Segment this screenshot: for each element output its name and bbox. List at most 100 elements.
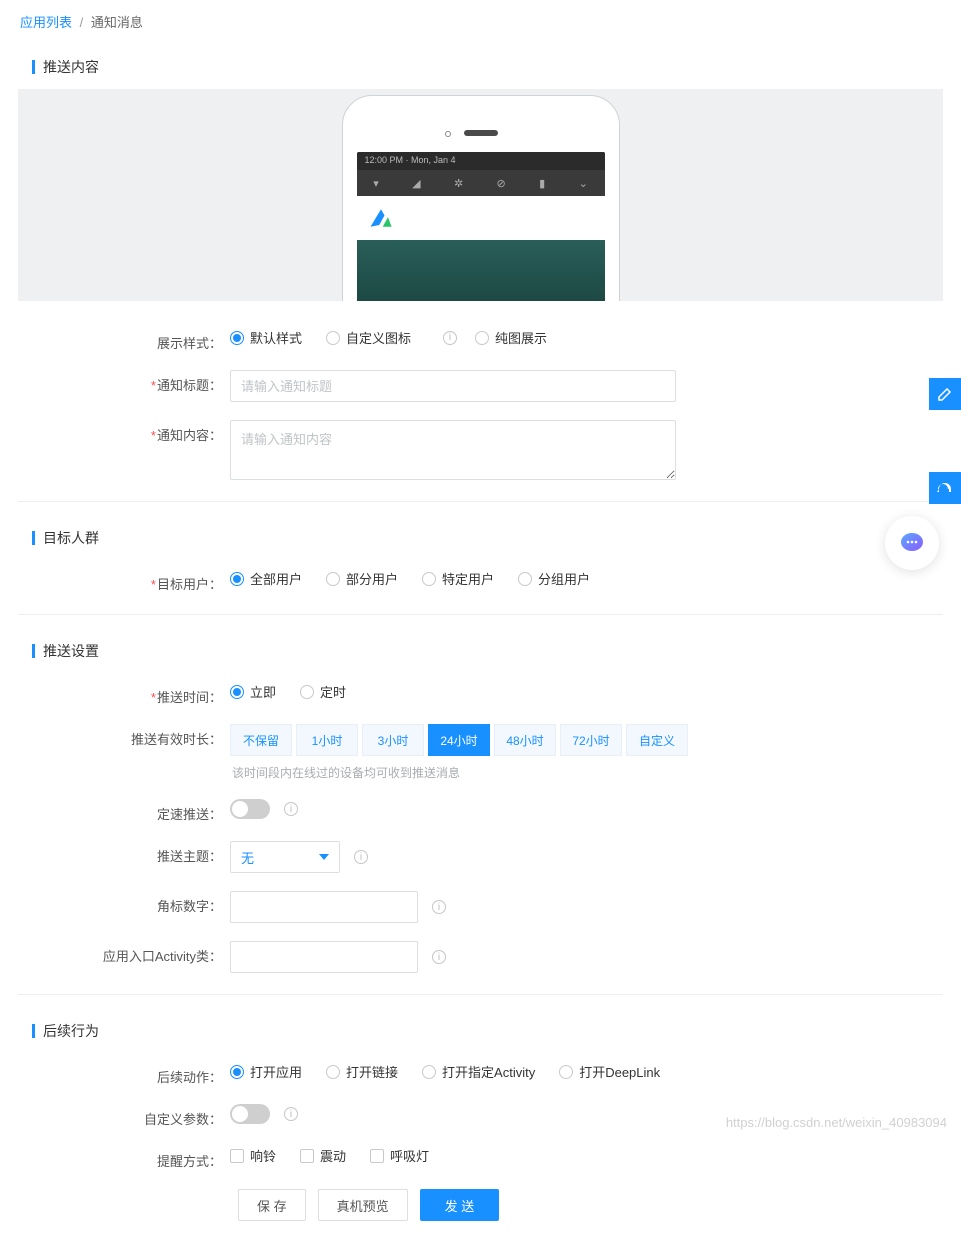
radio-target-all[interactable]: 全部用户 bbox=[230, 569, 302, 588]
app-logo-icon bbox=[367, 204, 395, 232]
breadcrumb-current: 通知消息 bbox=[91, 15, 143, 30]
input-activity-class[interactable] bbox=[230, 941, 418, 973]
radio-label: 特定用户 bbox=[442, 569, 494, 588]
checkbox-label: 呼吸灯 bbox=[390, 1146, 429, 1165]
dnd-icon: ⊘ bbox=[497, 177, 506, 190]
divider bbox=[18, 501, 943, 502]
chevron-down-icon bbox=[319, 854, 329, 860]
label-push-time: *推送时间： bbox=[18, 682, 230, 706]
radio-label: 定时 bbox=[320, 682, 346, 701]
select-push-theme[interactable]: 无 bbox=[230, 841, 340, 873]
chat-fab[interactable] bbox=[885, 516, 939, 570]
phone-preview-panel: 12:00 PM · Mon, Jan 4 ▾ ◢ ✲ ⊘ ▮ ⌄ bbox=[18, 89, 943, 301]
flashlight-icon: ▮ bbox=[539, 177, 545, 190]
radio-display-image-only[interactable]: 纯图展示 bbox=[475, 328, 547, 347]
section-title-push-setting: 推送设置 bbox=[18, 627, 943, 673]
switch-rate-push[interactable] bbox=[230, 799, 270, 819]
radio-label: 打开链接 bbox=[346, 1062, 398, 1081]
radio-open-deeplink[interactable]: 打开DeepLink bbox=[559, 1062, 660, 1081]
radio-push-scheduled[interactable]: 定时 bbox=[300, 682, 346, 701]
info-icon[interactable]: i bbox=[432, 950, 446, 964]
label-notification-content: *通知内容： bbox=[18, 420, 230, 444]
radio-target-partial[interactable]: 部分用户 bbox=[326, 569, 398, 588]
float-support-button[interactable] bbox=[929, 472, 961, 504]
seg-3h[interactable]: 3小时 bbox=[362, 724, 424, 756]
save-button[interactable]: 保 存 bbox=[238, 1189, 306, 1221]
chat-icon bbox=[899, 530, 925, 556]
label-custom-params: 自定义参数： bbox=[18, 1104, 230, 1128]
breadcrumb-separator: / bbox=[80, 15, 84, 30]
radio-label: 打开应用 bbox=[250, 1062, 302, 1081]
breadcrumb: 应用列表 / 通知消息 bbox=[0, 0, 961, 43]
label-push-theme: 推送主题： bbox=[18, 841, 230, 865]
breadcrumb-link-app-list[interactable]: 应用列表 bbox=[20, 15, 72, 30]
section-title-followup: 后续行为 bbox=[18, 1007, 943, 1053]
signal-icon: ◢ bbox=[412, 177, 420, 190]
phone-wallpaper bbox=[357, 240, 605, 301]
seg-1h[interactable]: 1小时 bbox=[296, 724, 358, 756]
radio-label: 立即 bbox=[250, 682, 276, 701]
switch-custom-params[interactable] bbox=[230, 1104, 270, 1124]
bluetooth-icon: ✲ bbox=[454, 177, 463, 190]
label-target-user: *目标用户： bbox=[18, 569, 230, 593]
radio-label: 打开DeepLink bbox=[579, 1062, 660, 1081]
info-icon[interactable]: i bbox=[354, 850, 368, 864]
info-icon[interactable]: i bbox=[432, 900, 446, 914]
label-display-style: 展示样式： bbox=[18, 328, 230, 352]
phone-icon-bar: ▾ ◢ ✲ ⊘ ▮ ⌄ bbox=[357, 170, 605, 196]
seg-72h[interactable]: 72小时 bbox=[560, 724, 622, 756]
info-icon[interactable]: i bbox=[443, 331, 457, 345]
phone-camera bbox=[445, 131, 451, 137]
float-edit-button[interactable] bbox=[929, 378, 961, 410]
radio-push-now[interactable]: 立即 bbox=[230, 682, 276, 701]
input-badge-number[interactable] bbox=[230, 891, 418, 923]
radio-label: 部分用户 bbox=[346, 569, 398, 588]
phone-mockup: 12:00 PM · Mon, Jan 4 ▾ ◢ ✲ ⊘ ▮ ⌄ bbox=[342, 95, 620, 301]
radio-label: 分组用户 bbox=[538, 569, 590, 588]
checkbox-ring[interactable]: 响铃 bbox=[230, 1146, 276, 1165]
edit-icon bbox=[937, 386, 953, 402]
textarea-notification-content[interactable] bbox=[230, 420, 676, 480]
radio-open-app[interactable]: 打开应用 bbox=[230, 1062, 302, 1081]
label-activity-class: 应用入口Activity类： bbox=[18, 941, 230, 965]
divider bbox=[18, 614, 943, 615]
send-button[interactable]: 发 送 bbox=[420, 1189, 500, 1221]
radio-label: 默认样式 bbox=[250, 328, 302, 347]
label-notification-title: *通知标题： bbox=[18, 370, 230, 394]
label-rate-push: 定速推送： bbox=[18, 799, 230, 823]
label-alert-mode: 提醒方式： bbox=[18, 1146, 230, 1170]
divider bbox=[18, 994, 943, 995]
checkbox-label: 响铃 bbox=[250, 1146, 276, 1165]
radio-target-specific[interactable]: 特定用户 bbox=[422, 569, 494, 588]
radio-label: 纯图展示 bbox=[495, 328, 547, 347]
input-notification-title[interactable] bbox=[230, 370, 676, 402]
radio-display-custom-icon[interactable]: 自定义图标 bbox=[326, 328, 411, 347]
radio-label: 打开指定Activity bbox=[442, 1062, 535, 1081]
phone-screen: 12:00 PM · Mon, Jan 4 ▾ ◢ ✲ ⊘ ▮ ⌄ bbox=[357, 152, 605, 301]
radio-display-default[interactable]: 默认样式 bbox=[230, 328, 302, 347]
label-followup-action: 后续动作： bbox=[18, 1062, 230, 1086]
radio-target-group[interactable]: 分组用户 bbox=[518, 569, 590, 588]
info-icon[interactable]: i bbox=[284, 1107, 298, 1121]
phone-status-bar: 12:00 PM · Mon, Jan 4 bbox=[357, 152, 605, 170]
section-title-target: 目标人群 bbox=[18, 514, 943, 560]
radio-open-link[interactable]: 打开链接 bbox=[326, 1062, 398, 1081]
radio-label: 全部用户 bbox=[250, 569, 302, 588]
seg-no-retain[interactable]: 不保留 bbox=[230, 724, 292, 756]
notification-preview bbox=[357, 196, 605, 240]
seg-custom[interactable]: 自定义 bbox=[626, 724, 688, 756]
radio-open-activity[interactable]: 打开指定Activity bbox=[422, 1062, 535, 1081]
label-badge-number: 角标数字： bbox=[18, 891, 230, 915]
hint-valid-duration: 该时间段内在线过的设备均可收到推送消息 bbox=[232, 764, 692, 781]
info-icon[interactable]: i bbox=[284, 802, 298, 816]
radio-label: 自定义图标 bbox=[346, 328, 411, 347]
select-value: 无 bbox=[241, 848, 254, 867]
seg-48h[interactable]: 48小时 bbox=[494, 724, 556, 756]
checkbox-label: 震动 bbox=[320, 1146, 346, 1165]
checkbox-vibrate[interactable]: 震动 bbox=[300, 1146, 346, 1165]
seg-24h[interactable]: 24小时 bbox=[428, 724, 490, 756]
label-valid-duration: 推送有效时长： bbox=[18, 724, 230, 748]
checkbox-led[interactable]: 呼吸灯 bbox=[370, 1146, 429, 1165]
phone-speaker bbox=[464, 130, 498, 136]
device-preview-button[interactable]: 真机预览 bbox=[318, 1189, 408, 1221]
